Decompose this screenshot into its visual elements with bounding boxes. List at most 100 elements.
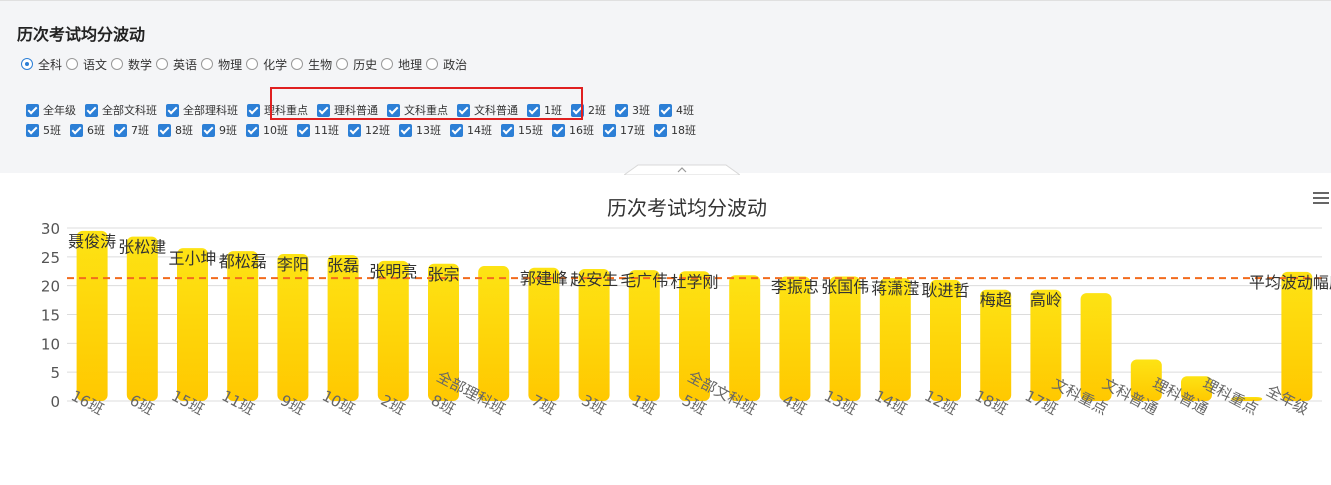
class-filter-b-1[interactable]: 6班	[70, 122, 105, 138]
radio-circle[interactable]	[66, 58, 79, 70]
bar-data-label: 赵安生	[570, 270, 618, 289]
radio-circle[interactable]	[381, 58, 394, 70]
subject-radio-3[interactable]: 英语	[156, 56, 197, 73]
checkbox-label: 7班	[131, 124, 149, 137]
subject-radio-group: 全科 语文 数学 英语 物理 化学 生物 历史 地理 政治	[21, 55, 471, 73]
checkbox[interactable]	[85, 103, 98, 117]
radio-circle[interactable]	[426, 58, 439, 70]
checkbox[interactable]	[202, 123, 215, 137]
checkbox-label: 5班	[43, 124, 61, 137]
class-filter-a-9[interactable]: 3班	[615, 102, 650, 118]
class-filter-b-4[interactable]: 9班	[202, 122, 237, 138]
checkbox-label: 9班	[219, 124, 237, 137]
radio-circle[interactable]	[336, 58, 349, 70]
class-filter-b-6[interactable]: 11班	[297, 122, 339, 138]
checkbox[interactable]	[654, 123, 667, 137]
class-filter-a-1[interactable]: 全部文科班	[85, 102, 157, 118]
checkbox[interactable]	[297, 123, 310, 137]
y-tick-label: 30	[41, 220, 60, 238]
bar-全部文科班[interactable]	[729, 275, 761, 401]
bar-chart: 历次考试均分波动 0 5 10 15 20 25 30 聂俊涛 张松建王小坤 都松磊 李阳 张磊 张明…	[41, 196, 1331, 419]
checkbox-label: 4班	[676, 104, 694, 117]
checkbox-label: 18班	[671, 124, 696, 137]
checkbox-label: 17班	[620, 124, 645, 137]
radio-circle[interactable]	[291, 58, 304, 70]
radio-circle[interactable]	[156, 58, 169, 70]
subject-radio-6[interactable]: 生物	[291, 56, 332, 73]
class-filter-a-2[interactable]: 全部理科班	[166, 102, 238, 118]
checkbox[interactable]	[70, 123, 83, 137]
class-filter-b-8[interactable]: 13班	[399, 122, 441, 138]
checkbox-label: 3班	[632, 104, 650, 117]
radio-circle[interactable]	[21, 58, 33, 70]
checkbox[interactable]	[166, 103, 179, 117]
bar-data-label: 杜学刚	[670, 272, 718, 291]
checkbox[interactable]	[399, 123, 412, 137]
checkbox[interactable]	[615, 103, 628, 117]
class-filter-row-2: 5班 6班 7班 8班 9班 10班 11班 12班 13班 14班 15班 16班 17班 18班	[26, 122, 705, 138]
bar-data-label: 高岭	[1030, 291, 1062, 310]
bar-15班[interactable]	[177, 248, 208, 401]
bar-11班[interactable]	[227, 251, 259, 401]
subject-label: 物理	[218, 57, 243, 72]
class-filter-b-5[interactable]: 10班	[246, 122, 288, 138]
subject-radio-0[interactable]: 全科	[21, 56, 62, 73]
radio-circle[interactable]	[246, 58, 259, 70]
bar-data-label: 郭建峰	[520, 269, 568, 288]
checkbox[interactable]	[552, 123, 565, 137]
filter-panel: 历次考试均分波动 全科 语文 数学 英语 物理 化学 生物 历史 地理 政治 全年级 全部文科班 全部…	[0, 0, 1331, 175]
class-filter-a-0[interactable]: 全年级	[26, 102, 76, 118]
checkbox-label: 全部文科班	[102, 104, 157, 117]
checkbox-label: 11班	[314, 124, 339, 137]
subject-radio-4[interactable]: 物理	[201, 56, 242, 73]
class-filter-b-10[interactable]: 15班	[501, 122, 543, 138]
class-filter-b-0[interactable]: 5班	[26, 122, 61, 138]
checkbox-label: 6班	[87, 124, 105, 137]
checkbox[interactable]	[501, 123, 514, 137]
checkbox[interactable]	[450, 123, 463, 137]
bar-全部理科班[interactable]	[478, 266, 510, 401]
checkbox[interactable]	[246, 123, 259, 137]
checkbox[interactable]	[348, 123, 361, 137]
checkbox-label: 2班	[588, 104, 606, 117]
radio-circle[interactable]	[201, 58, 214, 70]
bar-data-label: 李振忠	[771, 277, 819, 296]
bar-data-label: 平均波动幅度	[1249, 273, 1331, 292]
radio-circle[interactable]	[111, 58, 124, 70]
subject-label: 全科	[38, 57, 63, 72]
checkbox[interactable]	[114, 123, 127, 137]
subject-radio-2[interactable]: 数学	[111, 56, 152, 73]
bar-6班[interactable]	[126, 236, 158, 401]
checkbox-label: 16班	[569, 124, 594, 137]
subject-radio-8[interactable]: 地理	[381, 56, 422, 73]
class-filter-b-3[interactable]: 8班	[158, 122, 193, 138]
class-filter-b-7[interactable]: 12班	[348, 122, 390, 138]
subject-radio-9[interactable]: 政治	[426, 56, 467, 73]
checkbox[interactable]	[659, 103, 672, 117]
bar-2班[interactable]	[377, 260, 409, 401]
checkbox[interactable]	[26, 103, 39, 117]
checkbox-label: 14班	[467, 124, 492, 137]
bar-data-label: 李阳	[277, 255, 309, 274]
bar-9班[interactable]	[277, 253, 309, 401]
subject-radio-5[interactable]: 化学	[246, 56, 287, 73]
checkbox[interactable]	[158, 123, 171, 137]
checkbox[interactable]	[26, 123, 39, 137]
subject-label: 生物	[308, 57, 333, 72]
subject-radio-7[interactable]: 历史	[336, 56, 377, 73]
checkbox-label: 13班	[416, 124, 441, 137]
class-filter-b-2[interactable]: 7班	[114, 122, 149, 138]
subject-radio-1[interactable]: 语文	[66, 56, 107, 73]
class-filter-b-9[interactable]: 14班	[450, 122, 492, 138]
checkbox[interactable]	[247, 103, 260, 117]
class-filter-a-10[interactable]: 4班	[659, 102, 694, 118]
bar-16班[interactable]	[76, 230, 108, 401]
y-tick-label: 10	[41, 335, 60, 353]
bar-10班[interactable]	[327, 255, 359, 401]
checkbox[interactable]	[603, 123, 616, 137]
class-filter-b-11[interactable]: 16班	[552, 122, 594, 138]
highlight-annotation-box	[270, 87, 583, 120]
class-filter-b-13[interactable]: 18班	[654, 122, 696, 138]
bar-data-label: 都松磊	[219, 252, 267, 271]
class-filter-b-12[interactable]: 17班	[603, 122, 645, 138]
